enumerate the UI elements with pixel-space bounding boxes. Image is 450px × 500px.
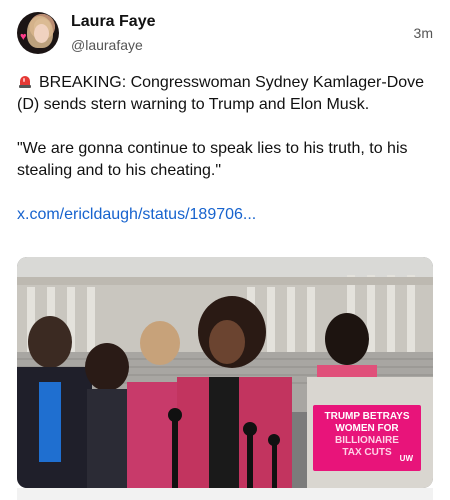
author-handle[interactable]: @laurafaye (71, 37, 143, 53)
breaking-text: BREAKING: Congresswoman Sydney Kamlager-… (17, 74, 425, 113)
post-paragraph-1: BREAKING: Congresswoman Sydney Kamlager-… (17, 72, 437, 116)
sign-line-1: TRUMP BETRAYS (324, 411, 410, 422)
quote-text: "We are gonna continue to speak lies to … (17, 140, 408, 179)
siren-icon (19, 76, 31, 88)
sign-line-3: BILLIONAIRE (335, 435, 399, 446)
avatar[interactable]: ♥ (17, 12, 59, 54)
heart-icon: ♥ (20, 31, 27, 43)
sign-tag: UW (399, 454, 413, 463)
avatar-face (34, 24, 49, 43)
protest-sign: TRUMP BETRAYS WOMEN FOR BILLIONAIRE TAX … (313, 405, 421, 471)
author-name[interactable]: Laura Faye (71, 13, 155, 31)
post-timestamp: 3m (413, 25, 433, 41)
sign-line-2: WOMEN FOR (335, 423, 399, 434)
status-link[interactable]: x.com/ericldaugh/status/189706... (17, 204, 256, 226)
post-card: ♥ Laura Faye @laurafaye 3m BREAKING: Con… (0, 0, 450, 500)
media-footer (17, 488, 433, 500)
video-thumbnail[interactable]: TRUMP BETRAYS WOMEN FOR BILLIONAIRE TAX … (17, 257, 433, 488)
post-text: BREAKING: Congresswoman Sydney Kamlager-… (17, 72, 437, 226)
